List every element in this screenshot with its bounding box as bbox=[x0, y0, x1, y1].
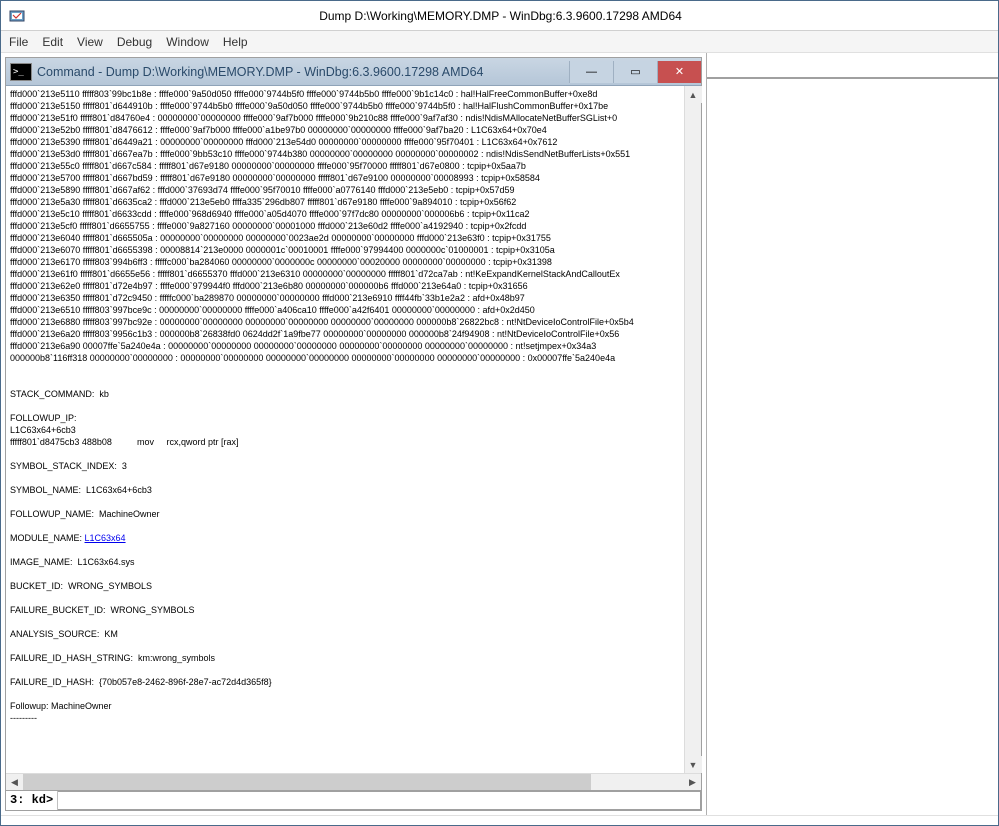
prompt-label: 3: kd> bbox=[6, 791, 58, 810]
app-window: Dump D:\Working\MEMORY.DMP - WinDbg:6.3.… bbox=[0, 0, 999, 826]
vertical-scrollbar[interactable]: ▲ ▼ bbox=[684, 86, 701, 773]
command-input[interactable] bbox=[58, 791, 701, 810]
menubar: File Edit View Debug Window Help bbox=[1, 31, 998, 53]
right-pane bbox=[707, 53, 998, 815]
scroll-up-icon[interactable]: ▲ bbox=[685, 86, 702, 103]
horizontal-scroll-track[interactable] bbox=[23, 774, 684, 790]
status-strip bbox=[1, 815, 998, 825]
menu-help[interactable]: Help bbox=[223, 35, 248, 49]
scroll-right-icon[interactable]: ▶ bbox=[684, 774, 701, 791]
horizontal-scrollbar[interactable]: ◀ ▶ bbox=[6, 773, 701, 790]
scroll-down-icon[interactable]: ▼ bbox=[685, 756, 702, 773]
horizontal-scroll-thumb[interactable] bbox=[23, 774, 591, 790]
output-post: IMAGE_NAME: L1C63x64.sys BUCKET_ID: WRON… bbox=[10, 557, 272, 723]
command-output[interactable]: fffd000`213e5110 fffff803`99bc1b8e : fff… bbox=[6, 86, 684, 773]
menu-view[interactable]: View bbox=[77, 35, 103, 49]
command-titlebar[interactable]: >_ Command - Dump D:\Working\MEMORY.DMP … bbox=[6, 58, 701, 86]
command-window-title: Command - Dump D:\Working\MEMORY.DMP - W… bbox=[37, 65, 569, 79]
menu-edit[interactable]: Edit bbox=[42, 35, 63, 49]
minimize-button[interactable]: — bbox=[569, 61, 613, 83]
close-button[interactable]: ✕ bbox=[657, 61, 701, 83]
maximize-button[interactable]: ▭ bbox=[613, 61, 657, 83]
command-body: fffd000`213e5110 fffff803`99bc1b8e : fff… bbox=[6, 86, 701, 773]
command-window-icon: >_ bbox=[10, 63, 32, 81]
scroll-left-icon[interactable]: ◀ bbox=[6, 774, 23, 791]
module-name-link[interactable]: L1C63x64 bbox=[85, 533, 126, 543]
window-title: Dump D:\Working\MEMORY.DMP - WinDbg:6.3.… bbox=[33, 9, 998, 23]
menu-debug[interactable]: Debug bbox=[117, 35, 152, 49]
client-area: >_ Command - Dump D:\Working\MEMORY.DMP … bbox=[1, 53, 998, 815]
left-pane: >_ Command - Dump D:\Working\MEMORY.DMP … bbox=[1, 53, 707, 815]
titlebar[interactable]: Dump D:\Working\MEMORY.DMP - WinDbg:6.3.… bbox=[1, 1, 998, 31]
app-icon bbox=[9, 8, 25, 24]
output-pre: fffd000`213e5110 fffff803`99bc1b8e : fff… bbox=[10, 89, 634, 543]
window-controls: — ▭ ✕ bbox=[569, 61, 701, 83]
menu-file[interactable]: File bbox=[9, 35, 28, 49]
command-input-row: 3: kd> bbox=[6, 790, 701, 810]
menu-window[interactable]: Window bbox=[166, 35, 209, 49]
command-window: >_ Command - Dump D:\Working\MEMORY.DMP … bbox=[5, 57, 702, 811]
